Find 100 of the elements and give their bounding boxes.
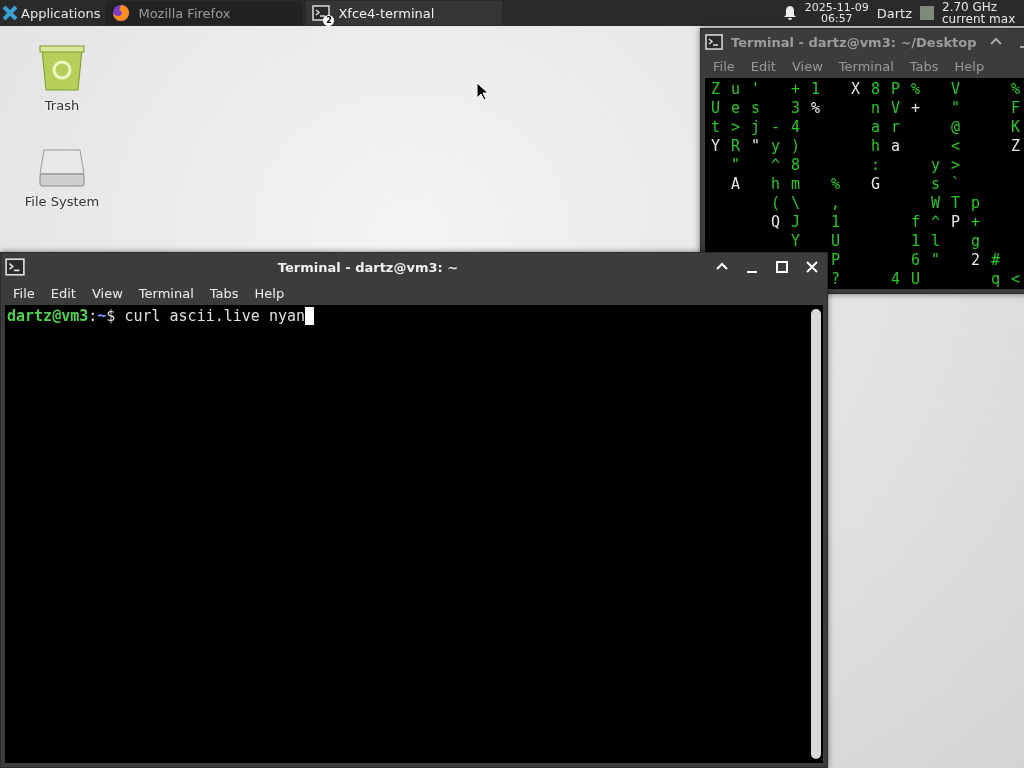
- matrix-character: J: [791, 213, 802, 232]
- matrix-character: j: [751, 118, 762, 137]
- matrix-character: Z: [1011, 137, 1022, 156]
- drive-icon: [38, 146, 86, 188]
- matrix-character: X: [851, 80, 862, 99]
- matrix-character: V: [891, 99, 902, 118]
- menu-item[interactable]: Tabs: [901, 59, 947, 75]
- matrix-character: Y: [711, 137, 722, 156]
- prompt-sign: $: [106, 307, 116, 325]
- prompt-separator: :: [88, 307, 98, 325]
- matrix-character: q: [991, 270, 1002, 289]
- matrix-character: g: [971, 232, 982, 251]
- matrix-character: m: [791, 175, 802, 194]
- matrix-character: 4: [791, 118, 802, 137]
- matrix-character: P: [891, 80, 902, 99]
- scrollbar[interactable]: [811, 309, 821, 759]
- desktop-icon-label: File System: [24, 194, 100, 209]
- user-name[interactable]: Dartz: [876, 5, 912, 21]
- applications-label: Applications: [21, 5, 101, 21]
- maximize-icon: [774, 259, 790, 275]
- matrix-character: +: [791, 80, 802, 99]
- matrix-character: Z: [711, 80, 722, 99]
- matrix-character: 4: [891, 270, 902, 289]
- matrix-character: U: [711, 99, 722, 118]
- matrix-character: @: [951, 118, 962, 137]
- matrix-character: K: [1011, 118, 1022, 137]
- menu-item[interactable]: Tabs: [201, 285, 247, 301]
- matrix-character: Y: [791, 232, 802, 251]
- matrix-character: 3: [791, 99, 802, 118]
- taskbar-button[interactable]: Mozilla Firefox: [106, 1, 303, 25]
- matrix-character: U: [831, 232, 842, 251]
- matrix-character: %: [831, 175, 842, 194]
- menu-item[interactable]: File: [705, 59, 743, 75]
- matrix-character: >: [731, 118, 742, 137]
- matrix-character: U: [911, 270, 922, 289]
- matrix-character: -: [771, 118, 782, 137]
- matrix-character: y: [771, 137, 782, 156]
- minimize-icon: [1019, 46, 1024, 49]
- terminal-icon: [5, 257, 25, 277]
- matrix-character: W: [931, 194, 942, 213]
- matrix-character: +: [911, 99, 922, 118]
- matrix-character: s: [931, 175, 942, 194]
- matrix-character: <: [951, 137, 962, 156]
- matrix-character: `: [951, 175, 962, 194]
- matrix-character: 6: [911, 251, 922, 270]
- matrix-character: (: [771, 194, 782, 213]
- taskbar-button[interactable]: 2 Xfce4-terminal: [306, 1, 503, 25]
- bell-icon[interactable]: [782, 5, 797, 21]
- matrix-character: P: [951, 213, 962, 232]
- minimize-icon: [747, 271, 757, 273]
- matrix-character: Q: [771, 213, 782, 232]
- cpu-frequency: 2.70 GHz current max: [942, 0, 1017, 25]
- desktop-icon-label: Trash: [44, 98, 80, 113]
- matrix-character: a: [871, 118, 882, 137]
- matrix-character: ^: [771, 156, 782, 175]
- menu-item[interactable]: Help: [246, 285, 293, 301]
- matrix-character: ": [931, 251, 942, 270]
- menu-item[interactable]: Help: [946, 59, 993, 75]
- matrix-character: >: [951, 156, 962, 175]
- trash-icon: [38, 42, 86, 92]
- window-title: Terminal - dartz@vm3: ~/Desktop: [731, 34, 977, 50]
- matrix-character: %: [911, 80, 922, 99]
- terminal-icon: [705, 32, 724, 53]
- matrix-character: G: [871, 175, 882, 194]
- menu-item[interactable]: View: [83, 285, 131, 301]
- desktop-icon[interactable]: File System: [14, 146, 110, 209]
- desktop-icon[interactable]: Trash: [14, 42, 110, 113]
- matrix-character: A: [731, 175, 742, 194]
- matrix-character: s: [751, 99, 762, 118]
- browser-icon: [112, 4, 131, 22]
- matrix-character: +: [971, 213, 982, 232]
- prompt-path: ~: [97, 307, 107, 325]
- menu-item[interactable]: File: [5, 285, 43, 301]
- matrix-character: 1: [811, 80, 822, 99]
- command-text: curl ascii.live nyan: [123, 307, 306, 325]
- matrix-character: ': [751, 80, 762, 99]
- matrix-character: ): [791, 137, 802, 156]
- matrix-character: %: [811, 99, 822, 118]
- applications-menu[interactable]: Applications: [0, 0, 103, 26]
- menu-item[interactable]: Terminal: [830, 59, 902, 75]
- matrix-character: r: [891, 118, 902, 137]
- matrix-character: T: [951, 194, 962, 213]
- matrix-character: %: [1011, 80, 1022, 99]
- menu-item[interactable]: Terminal: [130, 285, 202, 301]
- matrix-character: 1: [911, 232, 922, 251]
- matrix-character: 2: [971, 251, 982, 270]
- menu-item[interactable]: Edit: [42, 285, 84, 301]
- prompt-user: dartz@vm3: [7, 307, 89, 325]
- terminal-icon: [312, 4, 331, 22]
- clock[interactable]: 2025-11-09 06:57: [804, 2, 869, 24]
- matrix-character: ^: [931, 213, 942, 232]
- mouse-pointer-icon: [476, 82, 488, 101]
- menu-item[interactable]: Edit: [742, 59, 784, 75]
- matrix-character: <: [1011, 270, 1022, 289]
- matrix-character: R: [731, 137, 742, 156]
- window-count-badge: 2: [323, 15, 335, 26]
- matrix-character: 8: [871, 80, 882, 99]
- matrix-character: l: [931, 232, 942, 251]
- menu-item[interactable]: View: [783, 59, 831, 75]
- matrix-character: P: [831, 251, 842, 270]
